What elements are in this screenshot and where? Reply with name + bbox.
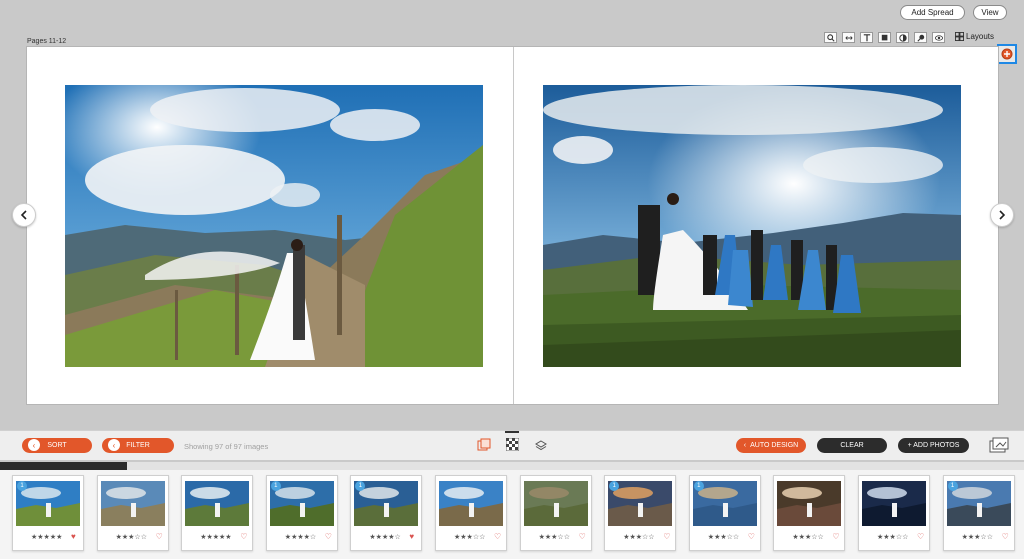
pin-icon[interactable] <box>914 32 927 43</box>
favorite-heart-icon[interactable]: ♡ <box>156 532 163 541</box>
checker-pattern-icon[interactable] <box>505 437 520 452</box>
rating-stars[interactable]: ★★★☆☆ <box>877 533 908 541</box>
layouts-button[interactable]: Layouts <box>955 32 994 41</box>
favorite-heart-icon[interactable]: ♥ <box>409 532 414 541</box>
photo-thumbnail[interactable]: 1 ★★★☆☆ ♡ <box>942 475 1015 551</box>
photo-thumbnail[interactable]: 1 ★★★☆☆ ♡ <box>688 475 761 551</box>
rating-stars[interactable]: ★★★☆☆ <box>708 533 739 541</box>
chevron-left-icon: ‹ <box>743 442 747 449</box>
view-button[interactable]: View <box>973 5 1007 20</box>
favorite-heart-icon[interactable]: ♡ <box>494 532 501 541</box>
thumbnail-image <box>100 481 165 526</box>
favorite-heart-icon[interactable]: ♡ <box>579 532 586 541</box>
prev-spread-button[interactable] <box>12 203 36 227</box>
favorite-heart-icon[interactable]: ♥ <box>71 532 76 541</box>
right-photo[interactable] <box>543 85 961 367</box>
auto-design-label: AUTO DESIGN <box>750 442 799 449</box>
favorite-heart-icon[interactable]: ♡ <box>663 532 670 541</box>
photo-thumbnail[interactable]: ★★★☆☆ ♡ <box>96 475 169 551</box>
rating-stars[interactable]: ★★★★☆ <box>285 533 316 541</box>
photo-thumbnail[interactable]: 1 ★★★★☆ ♥ <box>350 475 423 551</box>
photo-thumbnail[interactable]: 1 ★★★★☆ ♡ <box>265 475 338 551</box>
layers-icon[interactable] <box>535 439 547 451</box>
favorite-heart-icon[interactable]: ♡ <box>240 532 247 541</box>
sort-label: SORT <box>47 442 67 449</box>
pages-label: Pages 11-12 <box>27 38 67 45</box>
zoom-icon[interactable] <box>824 32 837 43</box>
grid-icon <box>955 32 964 41</box>
tray-scroll-thumb[interactable] <box>0 462 127 470</box>
photo-thumbnail[interactable]: 1 ★★★☆☆ ♡ <box>604 475 677 551</box>
album-spread <box>26 46 999 405</box>
favorite-heart-icon[interactable]: ♡ <box>325 532 332 541</box>
add-spread-button[interactable]: Add Spread <box>900 5 965 20</box>
favorite-heart-icon[interactable]: ♡ <box>1002 532 1009 541</box>
favorite-heart-icon[interactable]: ♡ <box>832 532 839 541</box>
rating-stars[interactable]: ★★★☆☆ <box>539 533 570 541</box>
tray-handle[interactable] <box>505 431 519 433</box>
thumbnail-image <box>185 481 250 526</box>
box-icon[interactable] <box>878 32 891 43</box>
add-page-button[interactable] <box>997 44 1017 64</box>
auto-design-button[interactable]: ‹ AUTO DESIGN <box>736 438 806 453</box>
usage-count-badge: 1 <box>947 481 958 491</box>
eye-icon[interactable] <box>932 32 945 43</box>
thumbnail-image <box>439 481 503 526</box>
rating-stars[interactable]: ★★★★★ <box>31 533 62 541</box>
photo-thumbnail[interactable]: 1 ★★★★★ ♥ <box>12 475 84 551</box>
filter-label: FILTER <box>126 442 150 449</box>
chevron-right-icon <box>999 210 1006 220</box>
add-photos-label: + ADD PHOTOS <box>907 442 960 449</box>
spread-fold <box>513 47 514 404</box>
favorite-heart-icon[interactable]: ♡ <box>748 532 755 541</box>
photo-thumbnail[interactable]: ★★★★★ ♡ <box>181 475 254 551</box>
layouts-label: Layouts <box>966 32 995 41</box>
thumbnail-image <box>777 481 842 526</box>
usage-count-badge: 1 <box>17 481 27 491</box>
chevron-left-icon: ‹ <box>28 439 40 451</box>
rating-stars[interactable]: ★★★☆☆ <box>792 533 823 541</box>
rating-stars[interactable]: ★★★☆☆ <box>116 533 147 541</box>
usage-count-badge: 1 <box>693 481 704 491</box>
add-photos-button[interactable]: + ADD PHOTOS <box>898 438 969 453</box>
import-icon[interactable] <box>989 437 1009 453</box>
rating-stars[interactable]: ★★★★★ <box>200 533 231 541</box>
filter-button[interactable]: ‹ FILTER <box>102 438 174 453</box>
usage-count-badge: 1 <box>270 481 281 491</box>
text-icon[interactable] <box>860 32 873 43</box>
fit-width-icon[interactable] <box>842 32 855 43</box>
rating-stars[interactable]: ★★★☆☆ <box>962 533 993 541</box>
rating-stars[interactable]: ★★★☆☆ <box>623 533 654 541</box>
thumbnail-image <box>523 481 588 526</box>
left-photo[interactable] <box>65 85 483 367</box>
rating-stars[interactable]: ★★★★☆ <box>369 533 400 541</box>
photo-thumbnail[interactable]: ★★★☆☆ ♡ <box>773 475 846 551</box>
chevron-left-icon <box>20 210 27 220</box>
rating-stars[interactable]: ★★★☆☆ <box>454 533 485 541</box>
clear-label: CLEAR <box>840 442 864 449</box>
thumbnail-image <box>862 481 926 526</box>
chevron-left-icon: ‹ <box>108 439 120 451</box>
photo-thumbnail[interactable]: ★★★☆☆ ♡ <box>435 475 507 551</box>
sort-button[interactable]: ‹ SORT <box>22 438 92 453</box>
tray-scroll-track[interactable] <box>0 462 1024 470</box>
next-spread-button[interactable] <box>990 203 1014 227</box>
plus-circle-icon <box>1001 48 1013 60</box>
gallery-view-icon[interactable] <box>477 438 491 452</box>
favorite-heart-icon[interactable]: ♡ <box>917 532 924 541</box>
background-icon[interactable] <box>896 32 909 43</box>
photo-thumbnail[interactable]: ★★★☆☆ ♡ <box>519 475 592 551</box>
image-count: Showing 97 of 97 images <box>184 442 269 451</box>
clear-button[interactable]: CLEAR <box>817 438 887 453</box>
photo-thumbnail[interactable]: ★★★☆☆ ♡ <box>858 475 930 551</box>
